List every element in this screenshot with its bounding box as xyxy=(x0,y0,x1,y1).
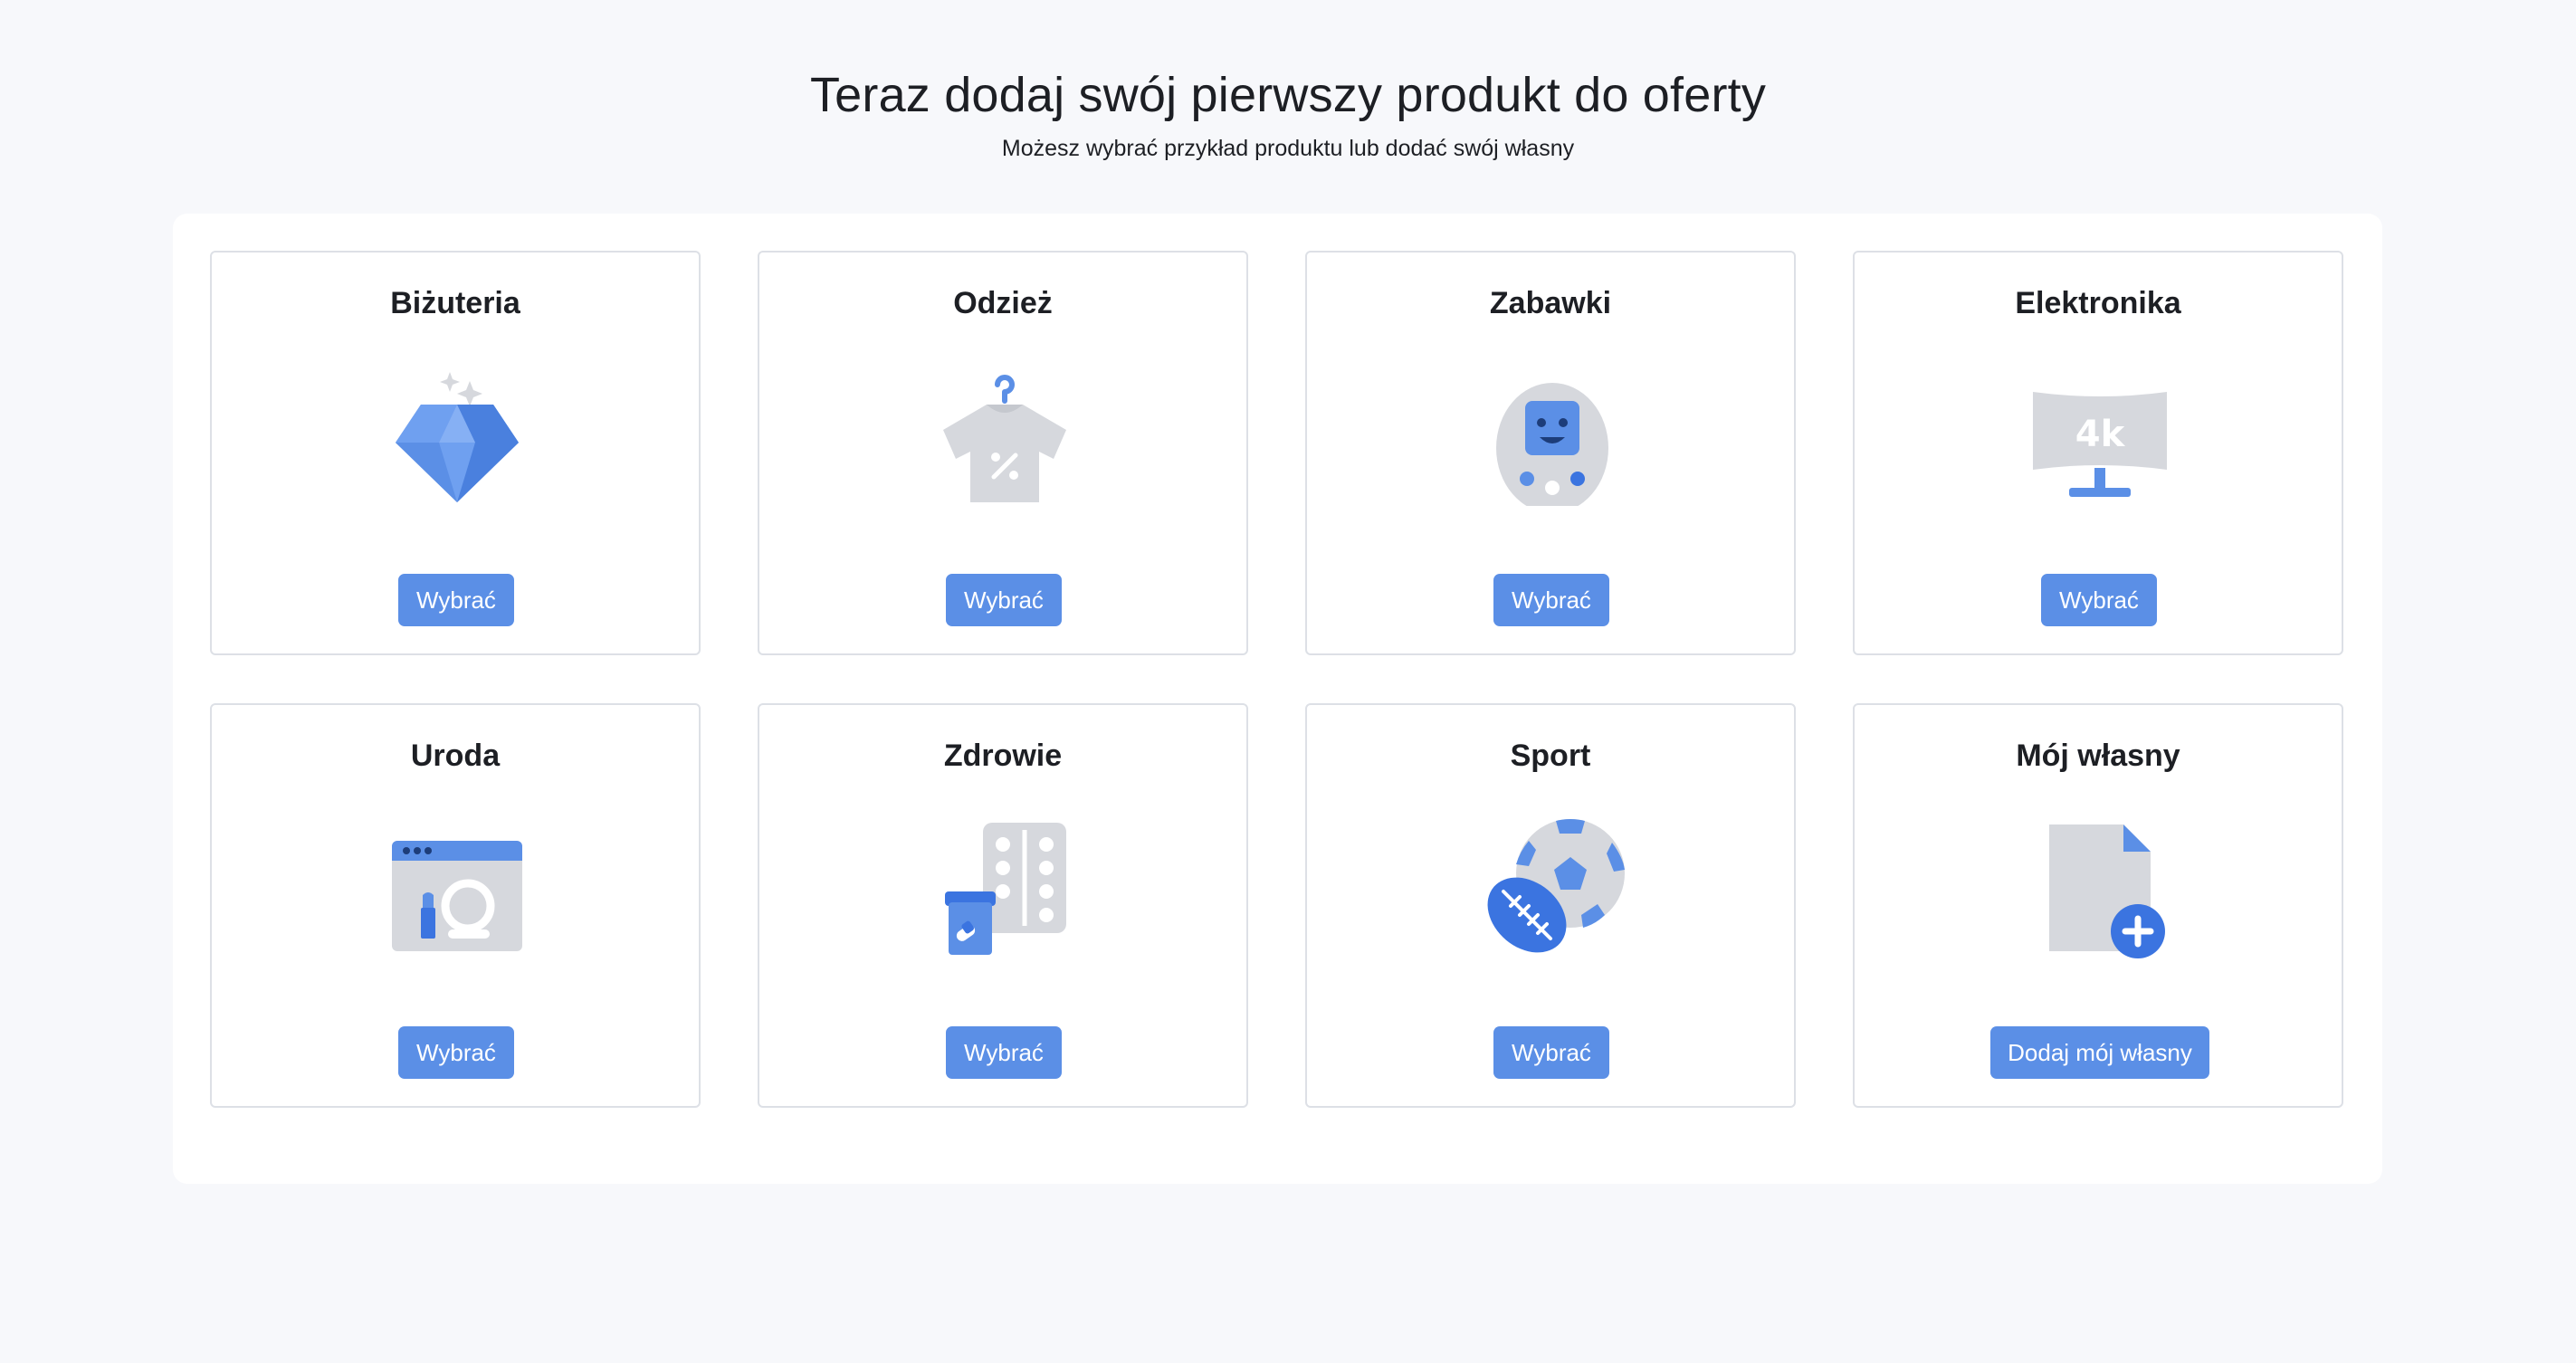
category-panel: Biżuteria Wybrać Odzież Wybrać Zabawki W… xyxy=(173,214,2382,1184)
monitor-label: 4k xyxy=(2075,414,2126,455)
select-beauty-button[interactable]: Wybrać xyxy=(398,1026,514,1079)
card-title: Odzież xyxy=(953,286,1053,320)
balls-icon xyxy=(1480,814,1625,958)
add-file-icon xyxy=(2027,814,2172,958)
diamond-icon xyxy=(385,361,530,506)
tshirt-icon xyxy=(932,361,1077,506)
pills-icon xyxy=(932,814,1077,958)
select-sport-button[interactable]: Wybrać xyxy=(1493,1026,1609,1079)
card-title: Zdrowie xyxy=(943,739,1063,773)
card-title: Elektronika xyxy=(2015,286,2181,320)
category-card-own: Mój własny Dodaj mój własny xyxy=(1853,703,2343,1108)
card-title: Zabawki xyxy=(1489,286,1612,320)
card-title: Mój własny xyxy=(2016,739,2180,773)
select-health-button[interactable]: Wybrać xyxy=(946,1026,1062,1079)
category-card-toys: Zabawki Wybrać xyxy=(1305,251,1796,655)
toy-icon xyxy=(1480,361,1625,506)
page-title: Teraz dodaj swój pierwszy produkt do ofe… xyxy=(809,68,1767,122)
monitor-icon: 4k xyxy=(2027,361,2172,506)
category-card-electronics: Elektronika 4k Wybrać xyxy=(1853,251,2343,655)
select-toys-button[interactable]: Wybrać xyxy=(1493,574,1609,626)
add-own-product-button[interactable]: Dodaj mój własny xyxy=(1990,1026,2209,1079)
page-subtitle: Możesz wybrać przykład produktu lub doda… xyxy=(1001,136,1575,161)
card-title: Uroda xyxy=(410,739,501,773)
category-card-beauty: Uroda Wybrać xyxy=(210,703,701,1108)
select-electronics-button[interactable]: Wybrać xyxy=(2041,574,2157,626)
category-card-sport: Sport Wybrać xyxy=(1305,703,1796,1108)
select-clothing-button[interactable]: Wybrać xyxy=(946,574,1062,626)
card-title: Sport xyxy=(1510,739,1591,773)
category-card-clothing: Odzież Wybrać xyxy=(758,251,1248,655)
select-jewelry-button[interactable]: Wybrać xyxy=(398,574,514,626)
category-card-jewelry: Biżuteria Wybrać xyxy=(210,251,701,655)
cosmetics-icon xyxy=(385,814,530,958)
category-card-health: Zdrowie Wybrać xyxy=(758,703,1248,1108)
card-title: Biżuteria xyxy=(390,286,520,320)
